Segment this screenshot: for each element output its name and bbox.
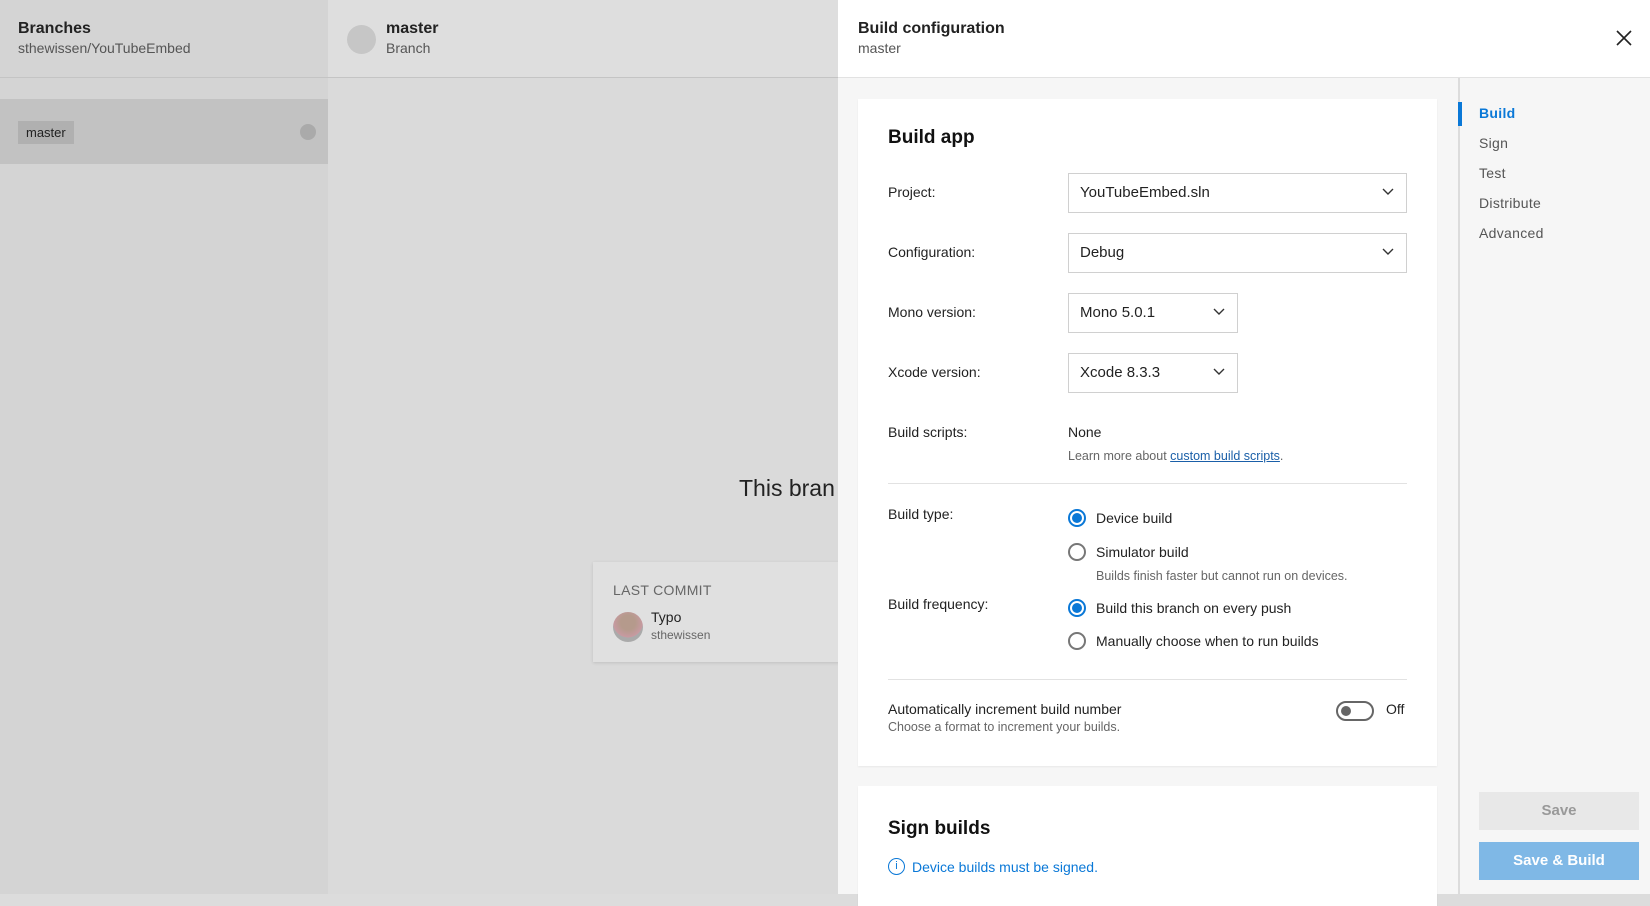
branches-title: Branches [18, 20, 91, 37]
sign-builds-heading: Sign builds [888, 818, 991, 839]
radio-checked-icon [1068, 509, 1086, 527]
active-indicator [1458, 102, 1462, 126]
radio-label: Build this branch on every push [1096, 600, 1292, 616]
commit-author: sthewissen [651, 628, 711, 642]
radio-unchecked-icon [1068, 632, 1086, 650]
custom-build-scripts-link[interactable]: custom build scripts [1170, 449, 1280, 463]
author-avatar [613, 612, 643, 642]
mono-select[interactable]: Mono 5.0.1 [1068, 293, 1238, 333]
config-subtitle: master [858, 40, 901, 56]
branches-panel: Branches sthewissen/YouTubeEmbed master [0, 0, 328, 894]
info-icon: i [888, 858, 905, 875]
configuration-select[interactable]: Debug [1068, 233, 1407, 273]
mono-label: Mono version: [888, 304, 976, 320]
nav-sign[interactable]: Sign [1479, 135, 1508, 151]
auto-increment-label: Automatically increment build number [888, 701, 1122, 717]
branch-status-avatar [347, 25, 376, 54]
radio-checked-icon [1068, 599, 1086, 617]
branch-tag: master [18, 121, 74, 144]
radio-label: Simulator build [1096, 544, 1189, 560]
repo-name: sthewissen/YouTubeEmbed [18, 40, 191, 56]
branch-panel: master Branch This bran LAST COMMIT Typo… [328, 0, 853, 894]
toggle-state: Off [1386, 701, 1405, 717]
build-app-heading: Build app [888, 127, 975, 148]
nav-test[interactable]: Test [1479, 165, 1506, 181]
hint-text: Learn more about [1068, 449, 1171, 463]
branch-header: master Branch [328, 0, 838, 78]
auto-increment-hint: Choose a format to increment your builds… [888, 720, 1121, 734]
build-scripts-hint: Learn more about custom build scripts. [1068, 449, 1283, 463]
build-type-label: Build type: [888, 506, 954, 522]
hint-suffix: . [1279, 449, 1284, 463]
project-label: Project: [888, 184, 936, 200]
sign-info-text: Device builds must be signed. [912, 858, 1098, 875]
xcode-select[interactable]: Xcode 8.3.3 [1068, 353, 1238, 393]
divider [888, 679, 1407, 680]
every-push-radio[interactable]: Build this branch on every push [1068, 599, 1291, 617]
radio-label: Device build [1096, 510, 1173, 526]
divider [888, 483, 1407, 484]
xcode-value: Xcode 8.3.3 [1080, 364, 1161, 381]
branch-title: master [386, 20, 439, 37]
chevron-down-icon [1382, 248, 1394, 255]
nav-distribute[interactable]: Distribute [1479, 195, 1541, 211]
chevron-down-icon [1213, 308, 1225, 315]
manual-build-radio[interactable]: Manually choose when to run builds [1068, 632, 1319, 650]
build-scripts-value: None [1068, 424, 1102, 440]
branch-status-icon [300, 124, 316, 140]
configuration-value: Debug [1080, 244, 1125, 261]
chevron-down-icon [1213, 368, 1225, 375]
nav-build[interactable]: Build [1479, 105, 1516, 121]
build-configuration-panel: Build configuration master Build app Pro… [838, 0, 1650, 906]
project-value: YouTubeEmbed.sln [1080, 184, 1210, 201]
simulator-build-radio[interactable]: Simulator build [1068, 543, 1189, 561]
project-select[interactable]: YouTubeEmbed.sln [1068, 173, 1407, 213]
mono-value: Mono 5.0.1 [1080, 304, 1156, 321]
radio-unchecked-icon [1068, 543, 1086, 561]
branch-subtitle: Branch [386, 40, 431, 56]
config-title: Build configuration [858, 20, 1005, 37]
build-app-card: Build app Project: YouTubeEmbed.sln Conf… [858, 99, 1437, 766]
sign-builds-card: Sign builds i Device builds must be signe… [858, 786, 1437, 906]
branches-header: Branches sthewissen/YouTubeEmbed [0, 0, 328, 78]
device-build-radio[interactable]: Device build [1068, 509, 1172, 527]
sign-info: i Device builds must be signed. [888, 858, 1098, 875]
close-icon[interactable] [1614, 28, 1634, 48]
build-type-hint: Builds finish faster but cannot run on d… [1096, 569, 1348, 583]
build-scripts-label: Build scripts: [888, 424, 968, 440]
commit-message: Typo [651, 609, 682, 625]
last-commit-card[interactable]: LAST COMMIT Typo sthewissen [593, 562, 853, 662]
xcode-label: Xcode version: [888, 364, 981, 380]
configuration-label: Configuration: [888, 244, 976, 260]
nav-advanced[interactable]: Advanced [1479, 225, 1544, 241]
chevron-down-icon [1382, 188, 1394, 195]
branch-list-item[interactable]: master [0, 99, 328, 164]
auto-increment-toggle[interactable] [1336, 701, 1374, 721]
save-button[interactable]: Save [1479, 792, 1639, 830]
config-section-nav: Build Sign Test Distribute Advanced Save… [1458, 78, 1650, 894]
config-header: Build configuration master [838, 0, 1650, 78]
radio-label: Manually choose when to run builds [1096, 633, 1319, 649]
empty-message: This bran [739, 475, 835, 501]
last-commit-label: LAST COMMIT [613, 582, 712, 598]
save-and-build-button[interactable]: Save & Build [1479, 842, 1639, 880]
build-frequency-label: Build frequency: [888, 596, 989, 612]
